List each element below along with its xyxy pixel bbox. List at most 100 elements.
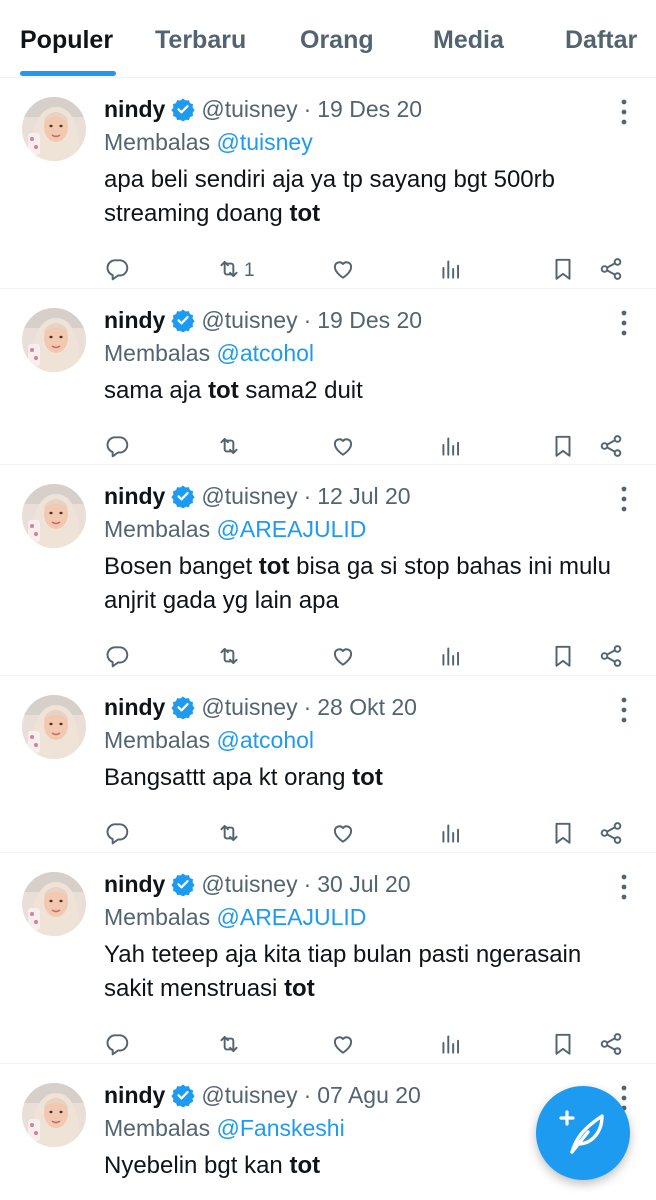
avatar[interactable] bbox=[22, 308, 86, 372]
like-button[interactable] bbox=[330, 819, 356, 851]
views-button[interactable] bbox=[438, 642, 464, 674]
reply-mention-link[interactable]: @Fanskeshi bbox=[217, 1115, 345, 1141]
reply-context: Membalas @Fanskeshi bbox=[104, 1115, 345, 1142]
retweet-button[interactable]: 1 bbox=[216, 255, 255, 287]
author-name[interactable]: nindy bbox=[104, 483, 165, 510]
reply-mention-link[interactable]: @atcohol bbox=[217, 727, 315, 753]
tweet-date[interactable]: 30 Jul 20 bbox=[317, 871, 410, 898]
highlighted-keyword: tot bbox=[289, 200, 321, 227]
reply-button[interactable] bbox=[104, 642, 130, 674]
tweet-header: nindy @tuisney · 30 Jul 20 bbox=[104, 868, 411, 900]
like-button[interactable] bbox=[330, 642, 356, 674]
bookmark-button[interactable] bbox=[550, 432, 576, 464]
heart-icon bbox=[330, 643, 356, 674]
more-vertical-icon[interactable] bbox=[618, 484, 630, 514]
share-button[interactable] bbox=[598, 819, 624, 851]
tweet-actions bbox=[104, 642, 634, 674]
reply-mention-link[interactable]: @tuisney bbox=[217, 129, 313, 155]
tweet-date[interactable]: 07 Agu 20 bbox=[317, 1082, 421, 1109]
tweet-text-start: Bangsattt apa kt orang bbox=[104, 764, 353, 791]
bookmark-button[interactable] bbox=[550, 642, 576, 674]
share-button[interactable] bbox=[598, 1030, 624, 1062]
avatar[interactable] bbox=[22, 695, 86, 759]
tweet[interactable]: nindy @tuisney · 12 Jul 20 Membalas @ARE… bbox=[0, 466, 656, 676]
more-vertical-icon[interactable] bbox=[618, 308, 630, 338]
author-name[interactable]: nindy bbox=[104, 96, 165, 123]
author-handle[interactable]: @tuisney bbox=[201, 1082, 297, 1109]
reply-mention-link[interactable]: @AREAJULID bbox=[217, 904, 367, 930]
tweet[interactable]: nindy @tuisney · 19 Des 20 Membalas @tui… bbox=[0, 79, 656, 289]
bookmark-icon bbox=[550, 433, 576, 464]
tweet-header: nindy @tuisney · 28 Okt 20 bbox=[104, 691, 417, 723]
highlighted-keyword: tot bbox=[284, 975, 315, 1002]
author-handle[interactable]: @tuisney bbox=[201, 307, 297, 334]
tweet-text-start: Nyebelin bgt kan bbox=[104, 1152, 290, 1179]
like-button[interactable] bbox=[330, 1030, 356, 1062]
more-vertical-icon[interactable] bbox=[618, 872, 630, 902]
tweet[interactable]: nindy @tuisney · 19 Des 20 Membalas @atc… bbox=[0, 290, 656, 465]
author-name[interactable]: nindy bbox=[104, 694, 165, 721]
separator-dot: · bbox=[303, 306, 312, 333]
reply-button[interactable] bbox=[104, 432, 130, 464]
retweet-icon bbox=[216, 820, 242, 851]
tweet[interactable]: nindy @tuisney · 28 Okt 20 Membalas @atc… bbox=[0, 677, 656, 853]
more-vertical-icon[interactable] bbox=[618, 695, 630, 725]
tweet-text-start: sama aja bbox=[104, 377, 209, 404]
share-icon bbox=[598, 643, 624, 674]
tweet-date[interactable]: 19 Des 20 bbox=[317, 96, 422, 123]
reply-button[interactable] bbox=[104, 1030, 130, 1062]
bookmark-button[interactable] bbox=[550, 1030, 576, 1062]
views-button[interactable] bbox=[438, 255, 464, 287]
tab-orang[interactable]: Orang bbox=[300, 26, 374, 55]
views-button[interactable] bbox=[438, 1030, 464, 1062]
author-name[interactable]: nindy bbox=[104, 307, 165, 334]
reply-context: Membalas @atcohol bbox=[104, 727, 314, 754]
verified-badge-icon bbox=[171, 695, 195, 720]
bookmark-button[interactable] bbox=[550, 255, 576, 287]
avatar[interactable] bbox=[22, 872, 86, 936]
avatar[interactable] bbox=[22, 484, 86, 548]
bookmark-icon bbox=[550, 820, 576, 851]
retweet-button[interactable] bbox=[216, 1030, 244, 1062]
avatar[interactable] bbox=[22, 1083, 86, 1147]
like-button[interactable] bbox=[330, 432, 356, 464]
author-handle[interactable]: @tuisney bbox=[201, 694, 297, 721]
retweet-button[interactable] bbox=[216, 819, 244, 851]
retweet-button[interactable] bbox=[216, 642, 244, 674]
tweet-actions bbox=[104, 432, 634, 464]
compose-button[interactable] bbox=[536, 1086, 630, 1180]
bookmark-button[interactable] bbox=[550, 819, 576, 851]
views-chart-icon bbox=[438, 256, 464, 287]
highlighted-keyword: tot bbox=[208, 377, 239, 404]
tweet-date[interactable]: 12 Jul 20 bbox=[317, 483, 410, 510]
author-handle[interactable]: @tuisney bbox=[201, 483, 297, 510]
tweet[interactable]: nindy @tuisney · 30 Jul 20 Membalas @ARE… bbox=[0, 854, 656, 1064]
reply-button[interactable] bbox=[104, 255, 130, 287]
share-button[interactable] bbox=[598, 432, 624, 464]
tab-media[interactable]: Media bbox=[433, 26, 504, 55]
author-name[interactable]: nindy bbox=[104, 871, 165, 898]
reply-mention-link[interactable]: @atcohol bbox=[217, 340, 315, 366]
share-button[interactable] bbox=[598, 642, 624, 674]
separator-dot: · bbox=[303, 1081, 312, 1108]
views-chart-icon bbox=[438, 643, 464, 674]
reply-button[interactable] bbox=[104, 819, 130, 851]
like-button[interactable] bbox=[330, 255, 356, 287]
tweet-text-end: sama2 duit bbox=[238, 377, 363, 404]
tweet-date[interactable]: 28 Okt 20 bbox=[317, 694, 417, 721]
tweet-date[interactable]: 19 Des 20 bbox=[317, 307, 422, 334]
share-button[interactable] bbox=[598, 255, 624, 287]
reply-mention-link[interactable]: @AREAJULID bbox=[217, 516, 367, 542]
author-name[interactable]: nindy bbox=[104, 1082, 165, 1109]
tab-terbaru[interactable]: Terbaru bbox=[155, 26, 246, 55]
more-vertical-icon[interactable] bbox=[618, 97, 630, 127]
retweet-button[interactable] bbox=[216, 432, 244, 464]
views-button[interactable] bbox=[438, 432, 464, 464]
reply-context: Membalas @AREAJULID bbox=[104, 904, 366, 931]
author-handle[interactable]: @tuisney bbox=[201, 96, 297, 123]
tab-populer[interactable]: Populer bbox=[20, 26, 113, 55]
avatar[interactable] bbox=[22, 97, 86, 161]
views-button[interactable] bbox=[438, 819, 464, 851]
author-handle[interactable]: @tuisney bbox=[201, 871, 297, 898]
tab-daftar[interactable]: Daftar bbox=[565, 26, 637, 55]
